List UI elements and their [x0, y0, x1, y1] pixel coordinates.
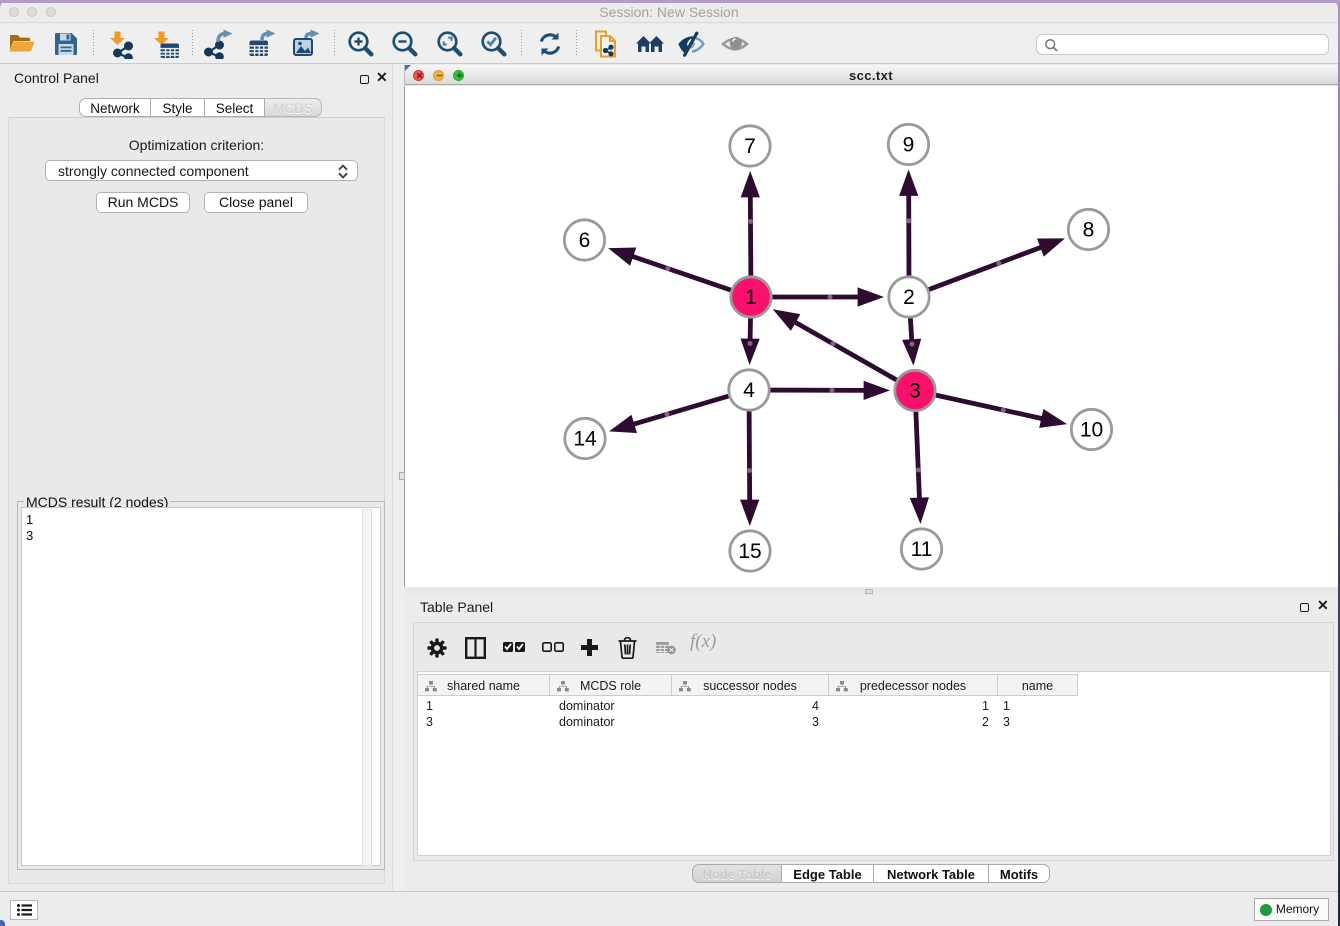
svg-text:8: 8 [1083, 219, 1095, 242]
svg-text:9: 9 [903, 134, 915, 157]
svg-text:4: 4 [743, 379, 755, 402]
svg-text:10: 10 [1080, 419, 1103, 442]
svg-text:14: 14 [573, 428, 597, 451]
svg-text:1: 1 [745, 286, 757, 309]
svg-text:15: 15 [738, 540, 761, 563]
svg-text:6: 6 [579, 229, 591, 252]
svg-text:2: 2 [903, 286, 915, 309]
svg-text:3: 3 [909, 380, 921, 403]
svg-text:11: 11 [911, 538, 933, 561]
svg-text:7: 7 [744, 135, 756, 158]
